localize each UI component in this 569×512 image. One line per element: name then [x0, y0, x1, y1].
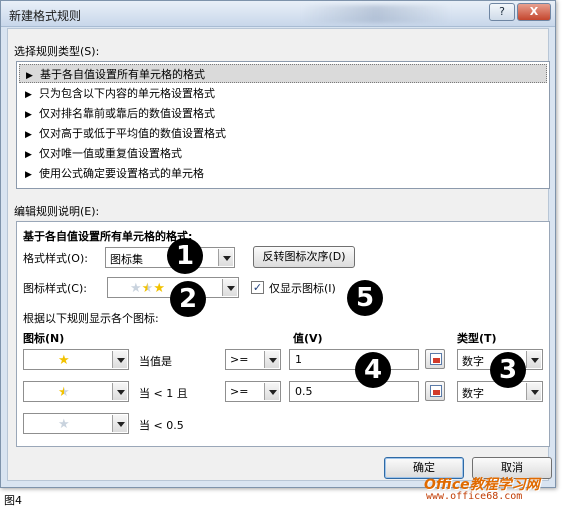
row1-condition: 当值是 — [139, 355, 172, 368]
callout-badge-2: 2 — [170, 281, 206, 317]
close-button[interactable]: X — [517, 3, 551, 21]
triangle-right-icon: ▶ — [25, 170, 32, 180]
figure-caption: 图4 — [4, 494, 22, 507]
background-ghost — [301, 5, 451, 23]
row2-icon-select[interactable]: ★ — [23, 381, 129, 402]
triangle-right-icon: ▶ — [25, 110, 32, 120]
row1-value-input[interactable]: 1 — [289, 349, 419, 370]
callout-badge-5: 5 — [347, 280, 383, 316]
edit-heading: 基于各自值设置所有单元格的格式: — [23, 230, 193, 243]
three-stars-icon: ★★★ — [130, 281, 165, 296]
chevron-down-icon[interactable] — [526, 383, 541, 400]
star-full-icon: ★ — [58, 353, 70, 368]
rule-type-label: 选择规则类型(S): — [14, 45, 100, 58]
format-style-label: 格式样式(O): — [23, 252, 88, 265]
row2-condition: 当 < 1 且 — [139, 387, 188, 400]
triangle-right-icon: ▶ — [25, 150, 32, 160]
row3-condition: 当 < 0.5 — [139, 419, 184, 432]
row2-range-picker-icon[interactable] — [425, 381, 445, 401]
watermark-url: www.office68.com — [426, 491, 523, 502]
row1-range-picker-icon[interactable] — [425, 349, 445, 369]
help-button[interactable]: ? — [489, 3, 515, 21]
dialog-title: 新建格式规则 — [9, 9, 82, 23]
dialog-content: 选择规则类型(S): ▶ 基于各自值设置所有单元格的格式 ▶ 只为包含以下内容的单元… — [7, 28, 552, 481]
rule-item-each-value[interactable]: ▶ 基于各自值设置所有单元格的格式 — [19, 64, 547, 83]
star-empty-icon: ★ — [58, 417, 70, 432]
column-value-header: 值(V) — [293, 332, 323, 345]
rule-item-average[interactable]: ▶ 仅对高于或低于平均值的数值设置格式 — [19, 124, 547, 143]
rule-item-top-bottom[interactable]: ▶ 仅对排名靠前或靠后的数值设置格式 — [19, 104, 547, 123]
callout-badge-1: 1 — [167, 238, 203, 274]
edit-rule-label: 编辑规则说明(E): — [14, 205, 100, 218]
icon-style-label: 图标样式(C): — [23, 282, 87, 295]
chevron-down-icon[interactable] — [112, 383, 127, 400]
watermark: Office教程学习网 www.office68.com — [424, 474, 566, 504]
row1-operator-select[interactable]: >= — [225, 349, 281, 370]
rule-type-list[interactable]: ▶ 基于各自值设置所有单元格的格式 ▶ 只为包含以下内容的单元格设置格式 ▶ 仅对排名… — [16, 61, 550, 189]
row2-value-input[interactable]: 0.5 — [289, 381, 419, 402]
row1-icon-select[interactable]: ★ — [23, 349, 129, 370]
edit-rule-panel: 基于各自值设置所有单元格的格式: 格式样式(O): 图标集 反转图标次序(D) … — [16, 221, 550, 447]
row3-icon-select[interactable]: ★ — [23, 413, 129, 434]
chevron-down-icon[interactable] — [264, 383, 279, 400]
reverse-icon-order-button[interactable]: 反转图标次序(D) — [253, 246, 355, 268]
rule-item-formula[interactable]: ▶ 使用公式确定要设置格式的单元格 — [19, 164, 547, 183]
chevron-down-icon[interactable] — [112, 351, 127, 368]
rule-item-unique-duplicate[interactable]: ▶ 仅对唯一值或重复值设置格式 — [19, 144, 547, 163]
column-icon-header: 图标(N) — [23, 332, 65, 345]
chevron-down-icon[interactable] — [264, 351, 279, 368]
star-half-icon: ★ — [58, 385, 70, 400]
chevron-down-icon[interactable] — [222, 279, 237, 296]
chevron-down-icon[interactable] — [526, 351, 541, 368]
chevron-down-icon[interactable] — [218, 249, 233, 266]
callout-badge-4: 4 — [355, 352, 391, 388]
chevron-down-icon[interactable] — [112, 415, 127, 432]
triangle-right-icon: ▶ — [25, 130, 32, 140]
column-type-header: 类型(T) — [457, 332, 497, 345]
rules-caption: 根据以下规则显示各个图标: — [23, 312, 159, 325]
callout-badge-3: 3 — [490, 352, 526, 388]
title-bar: 新建格式规则 ? X — [1, 1, 555, 27]
triangle-right-icon: ▶ — [25, 90, 32, 100]
show-icon-only-checkbox[interactable]: ✓ — [251, 281, 264, 294]
row2-operator-select[interactable]: >= — [225, 381, 281, 402]
show-icon-only-label: 仅显示图标(I) — [269, 282, 336, 295]
new-format-rule-dialog: 新建格式规则 ? X 选择规则类型(S): ▶ 基于各自值设置所有单元格的格式 ▶… — [0, 0, 556, 488]
rule-item-contains[interactable]: ▶ 只为包含以下内容的单元格设置格式 — [19, 84, 547, 103]
